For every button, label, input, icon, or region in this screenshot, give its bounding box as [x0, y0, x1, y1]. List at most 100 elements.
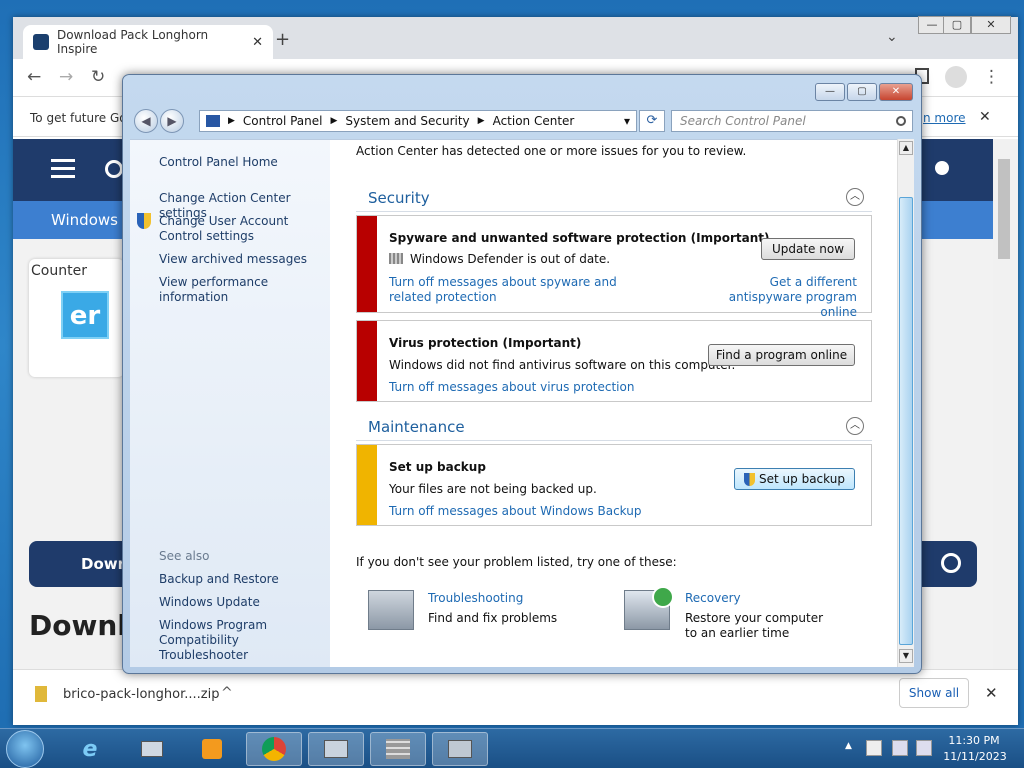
- tab-close-icon[interactable]: ✕: [252, 35, 263, 50]
- page-scroll-thumb[interactable]: [998, 159, 1010, 259]
- troubleshooting-desc: Find and fix problems: [428, 611, 558, 625]
- close-button[interactable]: ✕: [971, 16, 1011, 34]
- page-scrollbar[interactable]: [993, 139, 1018, 669]
- media-player-icon[interactable]: [184, 732, 240, 766]
- back-button[interactable]: ◀: [134, 109, 158, 133]
- content-scrollbar[interactable]: ▲ ▼: [897, 139, 914, 667]
- refresh-icon[interactable]: ⟳: [639, 110, 665, 132]
- dialog-maximize-button[interactable]: ▢: [847, 83, 877, 101]
- different-antispyware-link[interactable]: Get a different antispyware program onli…: [693, 275, 857, 320]
- info-close-icon[interactable]: ✕: [979, 109, 991, 125]
- dialog-close-button[interactable]: ✕: [879, 83, 913, 101]
- maintenance-section-header[interactable]: Maintenance ︿: [356, 413, 872, 441]
- volume-muted-icon[interactable]: [916, 740, 932, 756]
- address-dropdown-icon[interactable]: ▾: [624, 114, 630, 128]
- ie-icon[interactable]: e: [62, 732, 118, 766]
- chevron-up-icon[interactable]: ︿: [846, 417, 864, 435]
- backup-text: Your files are not being backed up.: [389, 482, 597, 496]
- tab-search-icon[interactable]: ⌄: [886, 29, 898, 45]
- spyware-text: Windows Defender is out of date.: [410, 252, 611, 266]
- network-icon[interactable]: [892, 740, 908, 756]
- firewall-icon[interactable]: [370, 732, 426, 766]
- tray-arrow-icon[interactable]: ▲: [845, 741, 852, 751]
- recovery-desc: Restore your computer to an earlier time: [685, 611, 824, 640]
- scroll-thumb[interactable]: [899, 197, 913, 645]
- address-bar: ◀ ▶ ▶ Control Panel ▶ System and Securit…: [131, 108, 913, 134]
- performance-info-link[interactable]: View performance information: [159, 275, 329, 305]
- control-panel-icon[interactable]: [308, 732, 364, 766]
- set-up-backup-label: Set up backup: [759, 472, 845, 486]
- action-center-flag-tray-icon[interactable]: [866, 740, 882, 756]
- reload-icon[interactable]: ↻: [91, 67, 105, 87]
- info-learn-more-link[interactable]: n more: [923, 111, 966, 125]
- recovery-link[interactable]: Recovery: [685, 591, 741, 605]
- breadcrumb[interactable]: ▶ Control Panel ▶ System and Security ▶ …: [199, 110, 637, 132]
- forward-arrow-icon[interactable]: →: [59, 67, 73, 87]
- change-uac-link[interactable]: Change User Account Control settings: [159, 214, 329, 244]
- compat-troubleshooter-link[interactable]: Windows Program Compatibility Troublesho…: [159, 618, 329, 663]
- archived-messages-link[interactable]: View archived messages: [159, 252, 329, 267]
- breadcrumb-action-center[interactable]: Action Center: [493, 114, 575, 128]
- share-icon[interactable]: [941, 553, 961, 573]
- download-shelf: brico-pack-longhor....zip ^ Show all ✕: [13, 669, 1018, 721]
- turn-off-spyware-link[interactable]: Turn off messages about spyware and rela…: [389, 275, 649, 305]
- clock-date[interactable]: 11/11/2023: [940, 750, 1010, 763]
- site-search-icon[interactable]: [105, 160, 123, 178]
- nav-windows-link[interactable]: Windows: [51, 211, 118, 229]
- backup-title: Set up backup: [389, 460, 486, 474]
- scroll-up-icon[interactable]: ▲: [899, 141, 913, 155]
- clock-time[interactable]: 11:30 PM: [946, 734, 1002, 747]
- backup-restore-link[interactable]: Backup and Restore: [159, 572, 329, 587]
- back-arrow-icon[interactable]: ←: [27, 67, 41, 87]
- computer-icon[interactable]: [124, 732, 180, 766]
- download-chevron-icon[interactable]: ^: [221, 685, 233, 701]
- browser-tab[interactable]: Download Pack Longhorn Inspire ✕: [23, 25, 273, 59]
- virus-issue: Virus protection (Important) Windows did…: [356, 320, 872, 402]
- search-input[interactable]: Search Control Panel: [671, 110, 913, 132]
- troubleshooting-link[interactable]: Troubleshooting: [428, 591, 523, 605]
- download-file-name[interactable]: brico-pack-longhor....zip: [63, 687, 219, 702]
- backup-drive-icon[interactable]: [432, 732, 488, 766]
- scroll-down-icon[interactable]: ▼: [899, 649, 913, 663]
- search-icon[interactable]: [896, 116, 906, 126]
- spyware-issue: Spyware and unwanted software protection…: [356, 215, 872, 319]
- site-logo-icon: er: [61, 291, 109, 339]
- new-tab-button[interactable]: +: [275, 29, 290, 50]
- turn-off-backup-link[interactable]: Turn off messages about Windows Backup: [389, 504, 641, 519]
- chevron-up-icon[interactable]: ︿: [846, 188, 864, 206]
- hamburger-menu-icon[interactable]: [51, 159, 75, 162]
- control-panel-home-link[interactable]: Control Panel Home: [159, 155, 329, 170]
- turn-off-virus-link[interactable]: Turn off messages about virus protection: [389, 380, 634, 395]
- action-center-flag-icon: [206, 115, 220, 127]
- update-now-button[interactable]: Update now: [761, 238, 855, 260]
- breadcrumb-system-security[interactable]: System and Security: [345, 114, 469, 128]
- warning-status-bar: [357, 445, 377, 525]
- security-heading: Security: [368, 189, 430, 207]
- search-placeholder: Search Control Panel: [680, 114, 806, 128]
- maximize-button[interactable]: ▢: [943, 16, 971, 34]
- intro-text: Action Center has detected one or more i…: [356, 144, 747, 158]
- breadcrumb-control-panel[interactable]: Control Panel: [243, 114, 323, 128]
- user-account-icon[interactable]: [935, 161, 949, 175]
- show-all-button[interactable]: Show all: [899, 678, 969, 708]
- set-up-backup-button[interactable]: Set up backup: [734, 468, 855, 490]
- dialog-minimize-button[interactable]: —: [815, 83, 845, 101]
- download-shelf-close-icon[interactable]: ✕: [985, 684, 998, 702]
- minimize-button[interactable]: —: [918, 16, 946, 34]
- counter-card: Counter er: [29, 259, 124, 377]
- profile-avatar-icon[interactable]: [945, 66, 967, 88]
- forward-button[interactable]: ▶: [160, 109, 184, 133]
- critical-status-bar: [357, 216, 377, 312]
- chrome-icon[interactable]: [246, 732, 302, 766]
- virus-title: Virus protection (Important): [389, 336, 582, 350]
- menu-dots-icon[interactable]: ⋮: [983, 67, 1000, 87]
- tab-strip: Download Pack Longhorn Inspire ✕ + ⌄ — ▢…: [13, 16, 1018, 59]
- zip-file-icon: [35, 686, 47, 702]
- start-button[interactable]: [6, 730, 44, 768]
- troubleshooting-icon[interactable]: [368, 590, 414, 630]
- find-program-online-button[interactable]: Find a program online: [708, 344, 855, 366]
- see-also-label: See also: [159, 549, 210, 563]
- windows-update-link[interactable]: Windows Update: [159, 595, 329, 610]
- security-section-header[interactable]: Security ︿: [356, 184, 872, 212]
- recovery-clock-icon: [652, 586, 674, 608]
